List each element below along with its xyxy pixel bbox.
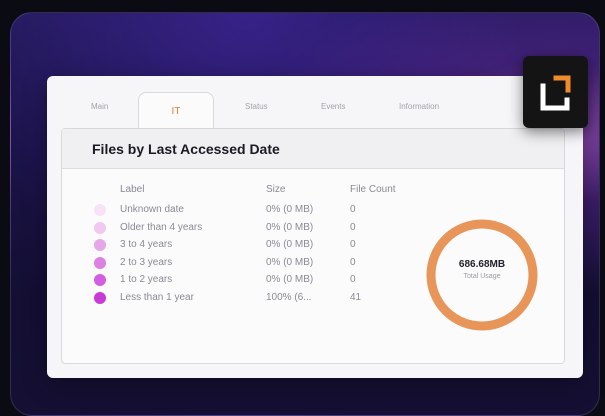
tab-bar: Main IT Status Events Information [47, 76, 583, 128]
tab-main[interactable]: Main [91, 102, 108, 111]
row-count: 0 [350, 256, 356, 268]
tab-events[interactable]: Events [321, 102, 345, 111]
row-count: 41 [350, 291, 362, 303]
table-row: 2 to 3 years 0% (0 MB) 0 [94, 254, 424, 272]
row-size: 100% (6... [266, 291, 312, 303]
app-card: Main IT Status Events Information Files … [47, 76, 583, 378]
column-header-size: Size [266, 184, 286, 195]
row-size: 0% (0 MB) [266, 239, 314, 250]
row-label: Less than 1 year [120, 291, 194, 303]
table-row: 3 to 4 years 0% (0 MB) 0 [94, 236, 424, 254]
legend-table: Label Size File Count Unknown date 0% (0… [94, 184, 424, 307]
legend-swatch [94, 291, 106, 304]
legend-swatch [94, 204, 106, 216]
legend-swatch [94, 256, 106, 269]
files-panel: Files by Last Accessed Date Label Size F… [61, 128, 565, 364]
row-size: 0% (0 MB) [266, 274, 314, 285]
logo-bracket-white [540, 83, 570, 111]
legend-swatch [94, 239, 106, 251]
tab-status[interactable]: Status [245, 102, 268, 111]
logo-bracket-accent [553, 75, 571, 93]
tab-it[interactable]: IT [138, 92, 214, 128]
tab-information[interactable]: Information [399, 102, 439, 111]
table-row: 1 to 2 years 0% (0 MB) 0 [94, 271, 424, 289]
legend-swatch [94, 221, 106, 234]
row-label: Older than 4 years [120, 221, 203, 233]
panel-title: Files by Last Accessed Date [62, 129, 564, 169]
column-header-label: Label [120, 184, 145, 195]
row-label: 3 to 4 years [120, 239, 173, 250]
row-size: 0% (0 MB) [266, 256, 314, 268]
row-count: 0 [350, 274, 356, 285]
row-size: 0% (0 MB) [266, 221, 314, 233]
table-row: Less than 1 year 100% (6... 41 [94, 289, 424, 307]
legend-swatch [94, 274, 106, 286]
row-label: 1 to 2 years [120, 274, 173, 285]
column-header-count: File Count [350, 184, 396, 195]
row-count: 0 [350, 239, 356, 250]
row-label: 2 to 3 years [120, 256, 173, 268]
corner-bracket-logo-icon [523, 56, 588, 128]
usage-summary: 686.68MB Total Usage [422, 259, 542, 280]
table-header-row: Label Size File Count [94, 181, 424, 197]
logo-graphic [540, 75, 571, 111]
table-row: Older than 4 years 0% (0 MB) 0 [94, 219, 424, 237]
row-label: Unknown date [120, 204, 184, 215]
table-row: Unknown date 0% (0 MB) 0 [94, 201, 424, 219]
row-count: 0 [350, 221, 356, 233]
row-count: 0 [350, 204, 356, 215]
row-size: 0% (0 MB) [266, 204, 314, 215]
total-usage-label: Total Usage [463, 273, 501, 280]
total-usage-value: 686.68MB [458, 259, 506, 270]
